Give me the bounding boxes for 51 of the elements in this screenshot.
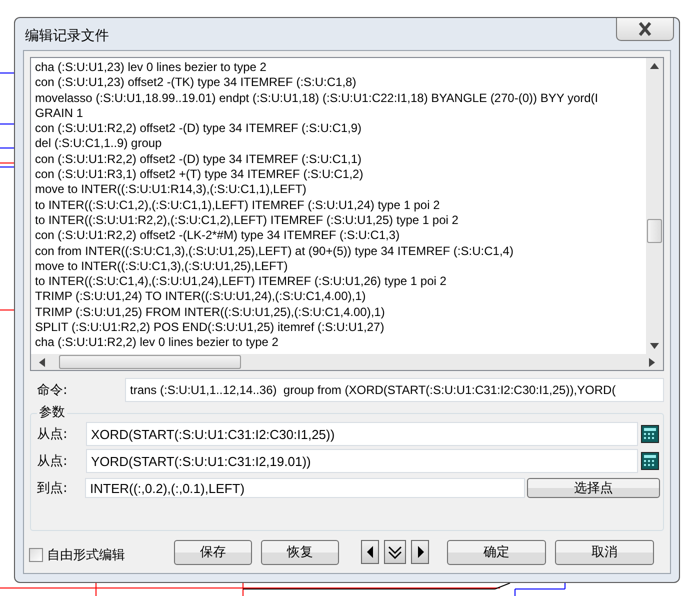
window-title: 编辑记录文件 <box>24 27 109 45</box>
log-line: con (:S:U:U1:R2,2) offset2 -(LK-2*#M) type 34 ITEMREF (:S:U:C1,3) <box>35 228 400 244</box>
select-point-button[interactable]: 选择点 <box>527 478 660 498</box>
log-line: cha (:S:U:U1:R2,2) lev 0 lines bezier to type 2 <box>35 335 278 351</box>
log-line: del (:S:U:C1,1..9) group <box>35 136 162 152</box>
log-line: SPLIT (:S:U:U1:R2,2) POS END(:S:U:U1,25) itemref (:S:U:U1,27) <box>35 320 384 336</box>
field-label: 到点: <box>36 480 68 497</box>
checkbox-label: 自由形式编辑 <box>47 547 125 564</box>
dialog-button[interactable]: 保存 <box>174 540 252 564</box>
checkbox[interactable] <box>29 548 43 562</box>
log-line: TRIMP (:S:U:U1,25) FROM INTER((:S:U:U1,25),(:S:U:C1,4.00),1) <box>35 304 385 320</box>
dialog-button[interactable]: 恢复 <box>261 540 339 564</box>
log-line: cha (:S:U:U1,23) lev 0 lines bezier to type 2 <box>35 60 266 76</box>
group-legend: 参数 <box>37 403 67 421</box>
log-line: move to INTER((:S:U:C1,3),(:S:U:U1,25),LEFT) <box>35 258 288 274</box>
left-arrow-icon[interactable] <box>39 358 45 366</box>
previous-button[interactable] <box>361 540 379 564</box>
command-field[interactable]: trans (:S:U:U1,1..12,14..36) group from (XORD(START(:S:U:U1:C31:I2:C30:I1,25)),YORD( <box>125 378 664 402</box>
scrollbar-thumb[interactable] <box>59 355 241 369</box>
input-field[interactable]: YORD(START(:S:U:U1:C31:I2,19.01)) <box>86 449 638 473</box>
log-line: GRAIN 1 <box>35 106 84 122</box>
input-field[interactable]: XORD(START(:S:U:U1:C31:I2:C30:I1,25)) <box>86 422 638 446</box>
dialog-button[interactable]: 确定 <box>447 540 546 564</box>
up-arrow-icon[interactable] <box>650 63 659 69</box>
dialog-button[interactable]: 取消 <box>555 540 654 564</box>
horizontal-scrollbar[interactable] <box>31 354 663 370</box>
log-line: to INTER((:S:U:C1,2),(:S:U:C1,1),LEFT) ITEMREF (:S:U:U1,24) type 1 poi 2 <box>35 198 440 213</box>
log-line: to INTER((:S:U:U1:R2,2),(:S:U:C1,2),LEFT) ITEMREF (:S:U:U1,25) type 1 poi 2 <box>35 212 458 228</box>
right-arrow-icon[interactable] <box>649 358 655 366</box>
expand-button[interactable] <box>384 540 406 564</box>
scrollbar-thumb[interactable] <box>647 219 662 243</box>
field-label: 从点: <box>36 453 68 470</box>
next-button[interactable] <box>411 540 429 564</box>
log-line: movelasso (:S:U:U1,18.99..19.01) endpt (:S:U:U1,18) (:S:U:U1:C22:I1,18) BYANGLE (270-(0)) BYY yord(I <box>35 90 598 106</box>
calculator-icon[interactable] <box>641 452 659 470</box>
close-button[interactable] <box>616 18 674 41</box>
log-line: con from INTER((:S:U:C1,3),(:S:U:U1,25),LEFT) at (90+(5)) type 34 ITEMREF (:S:U:C1,4) <box>35 244 514 259</box>
log-line: TRIMP (:S:U:U1,24) TO INTER((:S:U:U1,24),(:S:U:C1,4.00),1) <box>35 289 366 305</box>
command-label: 命令: <box>36 382 68 399</box>
log-line: to INTER((:S:U:C1,4),(:S:U:U1,24),LEFT) ITEMREF (:S:U:U1,26) type 1 poi 2 <box>35 274 446 290</box>
vertical-scrollbar[interactable] <box>646 58 663 354</box>
down-arrow-icon[interactable] <box>650 343 659 349</box>
log-line: move to INTER((:S:U:U1:R14,3),(:S:U:C1,1),LEFT) <box>35 182 306 198</box>
field-label: 从点: <box>36 426 68 443</box>
log-line: con (:S:U:U1:R3,1) offset2 +(T) type 34 ITEMREF (:S:U:C1,2) <box>35 167 364 182</box>
log-text-area[interactable] <box>30 57 664 371</box>
log-line: con (:S:U:U1:R2,2) offset2 -(D) type 34 ITEMREF (:S:U:C1,9) <box>35 121 362 136</box>
calculator-icon[interactable] <box>641 425 659 443</box>
log-line: con (:S:U:U1:R2,2) offset2 -(D) type 34 ITEMREF (:S:U:C1,1) <box>35 152 362 168</box>
log-line: con (:S:U:U1,23) offset2 -(TK) type 34 ITEMREF (:S:U:C1,8) <box>35 75 356 91</box>
input-field[interactable]: INTER((:,0.2),(:,0.1),LEFT) <box>85 478 525 498</box>
